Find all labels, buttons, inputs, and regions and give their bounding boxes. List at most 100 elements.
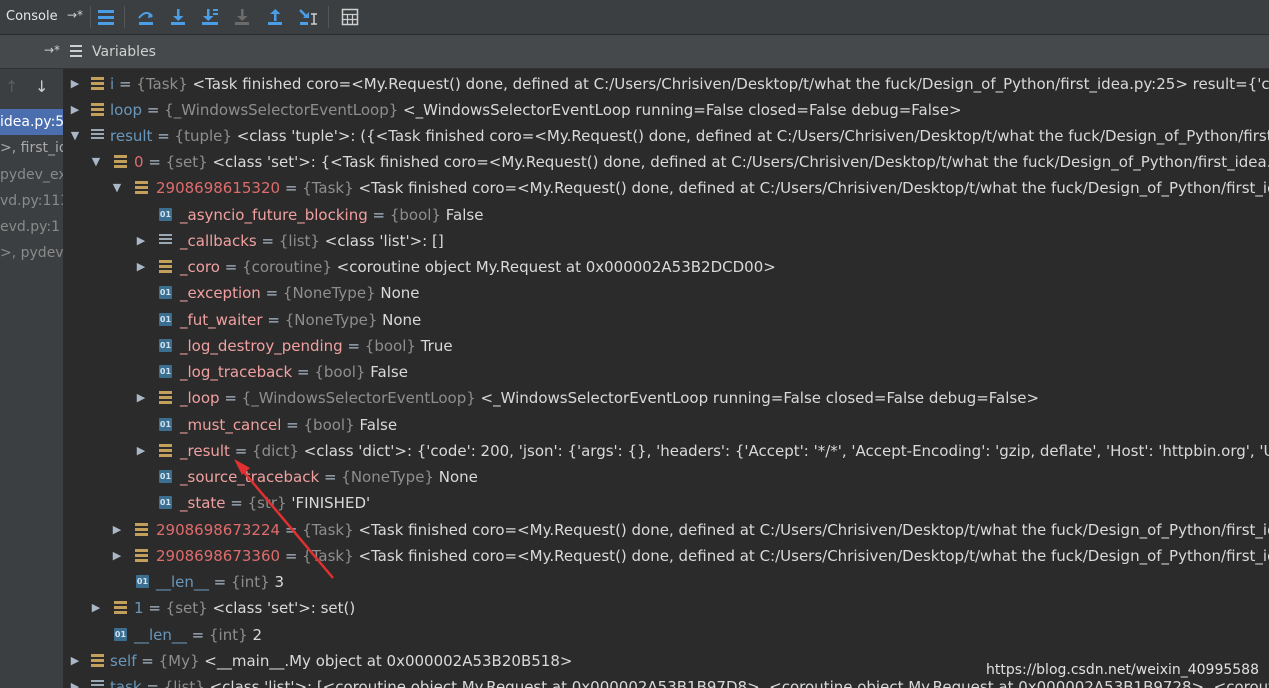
variable-row[interactable]: ▶ _loop = {_WindowsSelectorEventLoop} <_W… [64,385,1269,411]
variable-name: _must_cancel [180,416,282,434]
variable-value: <class 'list'>: [] [324,232,444,250]
variable-type: {Task} [302,547,354,565]
variable-row[interactable]: 01 _asyncio_future_blocking = {bool} Fals… [64,202,1269,228]
variable-name: _source_traceback [180,468,320,486]
step-over-icon[interactable] [136,7,156,27]
frame-item[interactable]: >, pydev [0,240,63,266]
variable-name: _loop [180,389,220,407]
collapse-arrow-icon[interactable]: ▼ [110,175,124,201]
frames-panel: ↑ ↓ idea.py:5 >, first_id pydev_ex vd.py… [0,69,64,688]
expand-arrow-icon[interactable]: ▶ [110,543,124,569]
object-icon [159,391,172,404]
variable-type: {_WindowsSelectorEventLoop} [164,101,399,119]
variable-value: <class 'tuple'>: ({<Task finished coro=<… [236,127,1269,145]
variable-row[interactable]: ▶ _coro = {coroutine} <coroutine object M… [64,254,1269,280]
primitive-icon: 01 [159,313,172,326]
variable-row[interactable]: ▶ 2908698673360 = {Task} <Task finished c… [64,543,1269,569]
collection-icon [91,129,104,142]
variable-value: False [359,416,398,434]
equals-sign: = [143,153,166,171]
variable-row[interactable]: ▶ _result = {dict} <class 'dict'>: {'code… [64,438,1269,464]
variable-row[interactable]: ▼ result = {tuple} <class 'tuple'>: ({<Ta… [64,123,1269,149]
expand-arrow-icon[interactable]: ▶ [134,228,148,254]
object-icon [135,549,148,562]
variables-title: Variables [92,44,156,60]
equals-sign: = [260,284,283,302]
expand-arrow-icon[interactable]: ▶ [89,595,103,621]
equals-sign: = [342,337,365,355]
frame-item[interactable]: pydev_ex [0,162,63,188]
object-icon [114,601,127,614]
equals-sign: = [281,416,304,434]
equals-sign: = [141,678,164,688]
primitive-icon: 01 [159,208,172,221]
variable-value: <Task finished coro=<My.Request() done, … [358,547,1269,565]
variable-name: _state [180,494,226,512]
variable-name: _log_traceback [180,363,293,381]
variables-list-icon [70,45,82,57]
frame-item[interactable]: evd.py:1 [0,214,63,240]
variables-tree: ▶ i = {Task} <Task finished coro=<My.Requ… [64,69,1269,688]
variable-row[interactable]: ▼ 2908698615320 = {Task} <Task finished c… [64,175,1269,201]
variable-value: <class 'set'>: set() [212,599,356,617]
variable-row[interactable]: 01 _fut_waiter = {NoneType} None [64,307,1269,333]
frame-item[interactable]: vd.py:113 [0,188,63,214]
variable-type: {str} [247,494,287,512]
variable-row[interactable]: ▶ _callbacks = {list} <class 'list'>: [] [64,228,1269,254]
frame-item[interactable]: idea.py:5 [0,109,63,135]
variable-value: <Task finished coro=<My.Request() done, … [358,179,1269,197]
frame-item[interactable]: >, first_id [0,135,63,161]
variable-type: {Task} [302,521,354,539]
variable-row[interactable]: 01 _source_traceback = {NoneType} None [64,464,1269,490]
expand-arrow-icon[interactable]: ▶ [68,674,82,688]
expand-arrow-icon[interactable]: ▶ [68,648,82,674]
variable-row[interactable]: 01 __len__ = {int} 3 [64,569,1269,595]
pin-tab-icon[interactable]: →* [67,8,83,22]
show-execution-point-icon[interactable] [96,7,116,27]
step-into-icon[interactable] [168,7,188,27]
variable-row[interactable]: 01 _state = {str} 'FINISHED' [64,490,1269,516]
previous-frame-arrow-icon[interactable]: ↑ [5,77,18,96]
collapse-arrow-icon[interactable]: ▼ [68,123,82,149]
variable-row[interactable]: 01 __len__ = {int} 2 [64,622,1269,648]
variable-row[interactable]: 01 _must_cancel = {bool} False [64,412,1269,438]
variable-name: __len__ [134,626,187,644]
equals-sign: = [367,206,390,224]
expand-arrow-icon[interactable]: ▶ [134,438,148,464]
expand-arrow-icon[interactable]: ▶ [68,97,82,123]
variable-row[interactable]: ▶ 1 = {set} <class 'set'>: set() [64,595,1269,621]
equals-sign: = [292,363,315,381]
force-step-into-icon[interactable] [232,7,252,27]
variable-row[interactable]: 01 _log_destroy_pending = {bool} True [64,333,1269,359]
variable-type: {set} [165,599,208,617]
variable-row[interactable]: 01 _exception = {NoneType} None [64,280,1269,306]
watermark: https://blog.csdn.net/weixin_40995588 [985,662,1259,678]
equals-sign: = [225,494,248,512]
variable-row[interactable]: ▶ i = {Task} <Task finished coro=<My.Requ… [64,71,1269,97]
primitive-icon: 01 [136,575,149,588]
console-tab[interactable]: Console →* [0,2,90,32]
expand-arrow-icon[interactable]: ▶ [134,385,148,411]
debugger-toolbar: Console →* [0,0,1269,35]
primitive-icon: 01 [159,339,172,352]
next-frame-arrow-icon[interactable]: ↓ [35,77,48,96]
variable-row[interactable]: ▶ loop = {_WindowsSelectorEventLoop} <_Wi… [64,97,1269,123]
step-into-my-code-icon[interactable] [200,7,220,27]
run-to-cursor-icon[interactable] [298,7,318,27]
variable-type: {int} [231,573,270,591]
pin-variables-icon[interactable]: →* [44,43,60,57]
variable-row[interactable]: 01 _log_traceback = {bool} False [64,359,1269,385]
expand-arrow-icon[interactable]: ▶ [110,517,124,543]
variable-type: {list} [278,232,320,250]
evaluate-expression-icon[interactable] [340,7,360,27]
primitive-icon: 01 [159,470,172,483]
expand-arrow-icon[interactable]: ▶ [68,71,82,97]
object-icon [135,523,148,536]
equals-sign: = [143,599,166,617]
variable-row[interactable]: ▼ 0 = {set} <class 'set'>: {<Task finishe… [64,149,1269,175]
variable-row[interactable]: ▶ 2908698673224 = {Task} <Task finished c… [64,517,1269,543]
collapse-arrow-icon[interactable]: ▼ [89,149,103,175]
expand-arrow-icon[interactable]: ▶ [134,254,148,280]
console-tab-label: Console [6,9,58,24]
step-out-icon[interactable] [265,7,285,27]
